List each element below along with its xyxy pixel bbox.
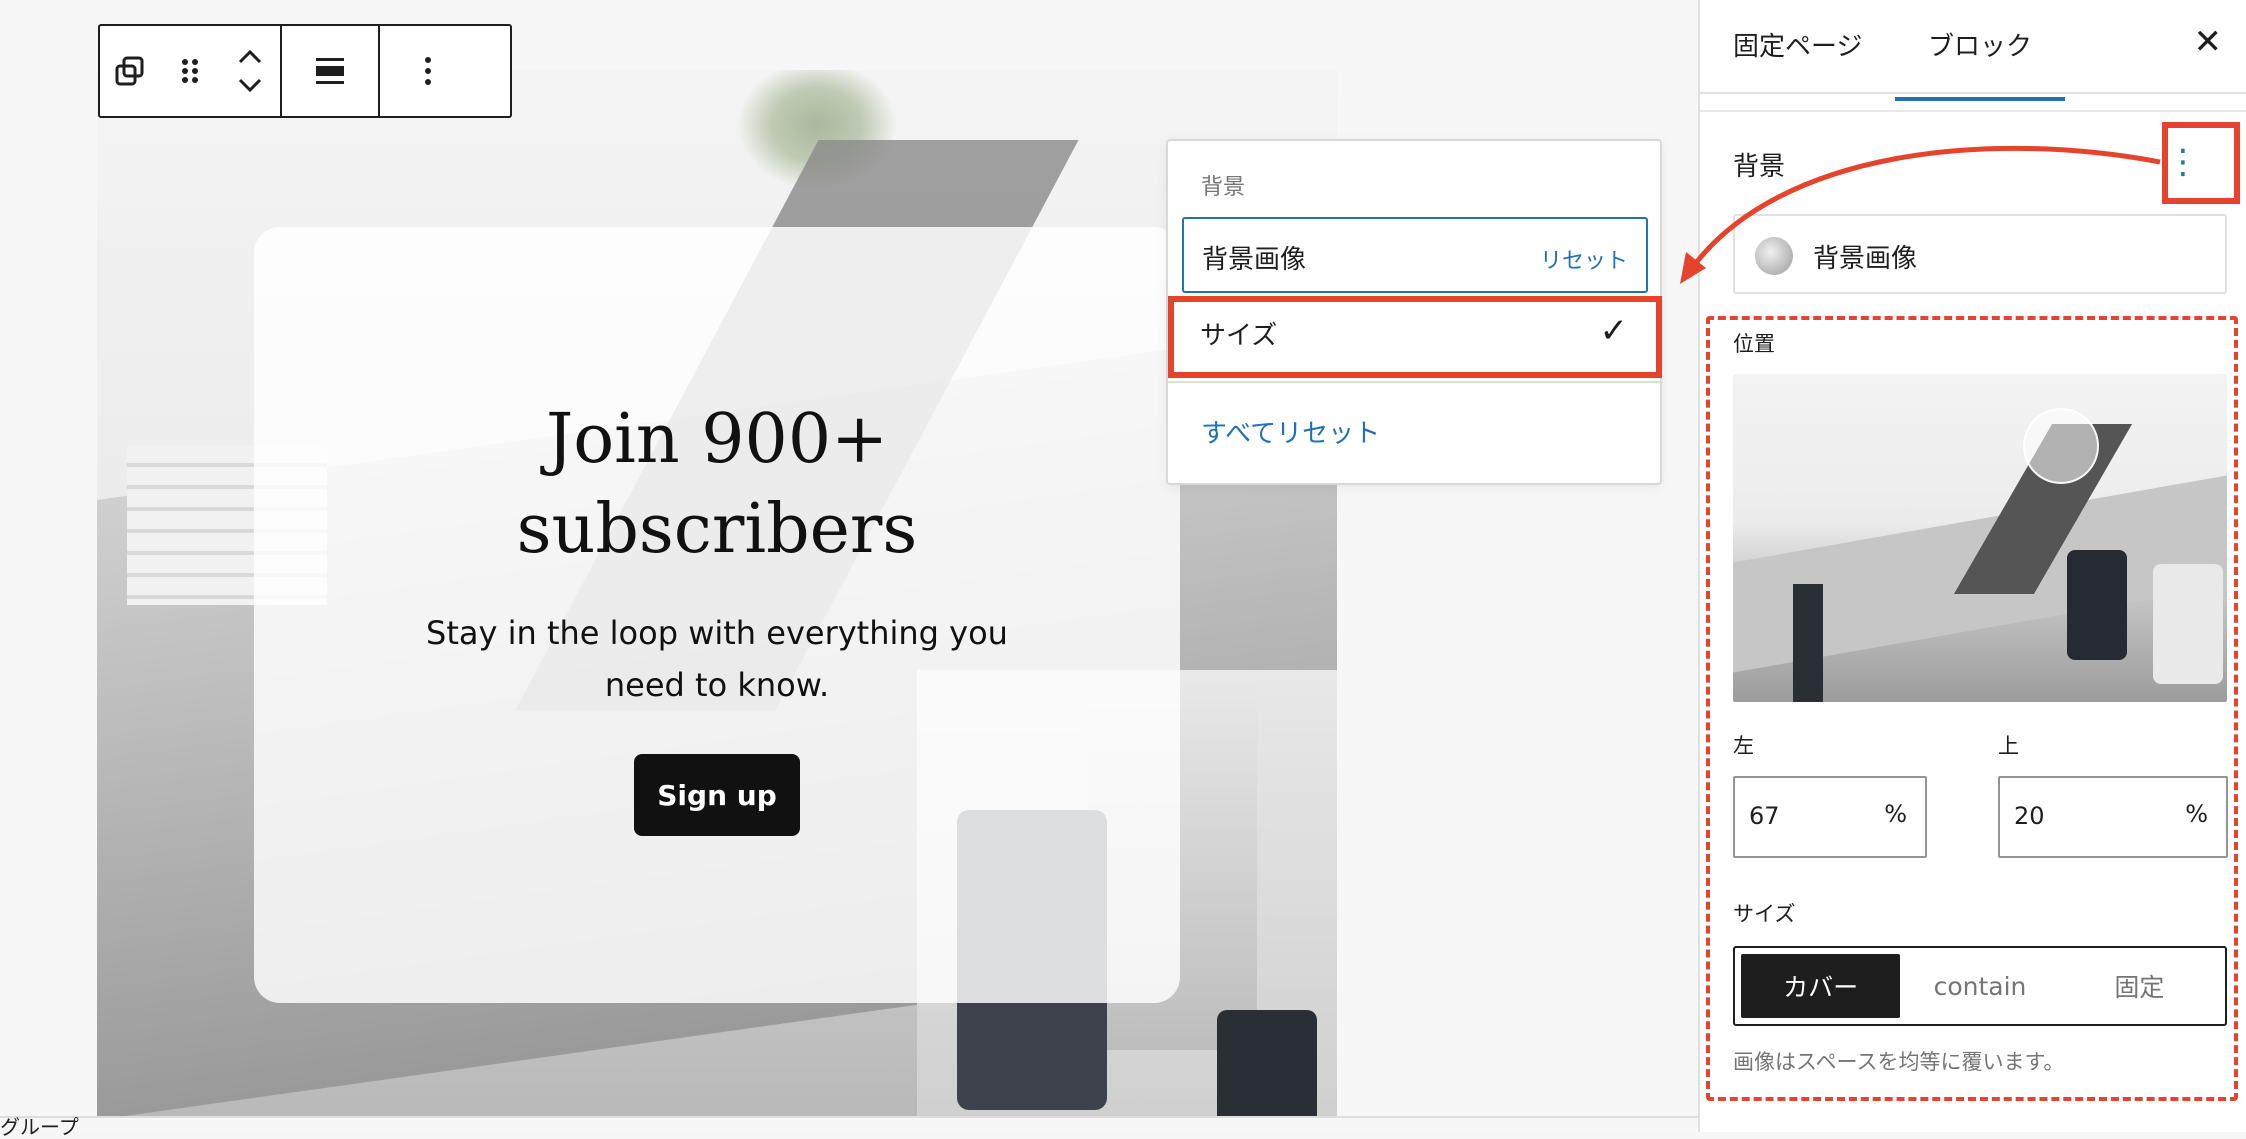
- reset-all-button[interactable]: すべてリセット: [1201, 413, 1380, 450]
- close-icon[interactable]: ✕: [2194, 22, 2223, 62]
- annotation-highlight-kebab: [2162, 122, 2240, 204]
- toolbar-group-block: [100, 26, 282, 116]
- duplicate-icon[interactable]: [100, 26, 160, 116]
- tab-block[interactable]: ブロック: [1894, 26, 2066, 101]
- sidebar-tabs: 固定ページ ブロック ✕: [1700, 0, 2246, 101]
- background-image-control[interactable]: 背景画像: [1733, 214, 2227, 294]
- image-thumbnail: [1755, 237, 1793, 275]
- toolbar-group-more: [380, 26, 476, 116]
- background-panel-title: 背景: [1733, 152, 1786, 182]
- menu-header: 背景: [1201, 175, 1246, 200]
- sign-up-button[interactable]: Sign up: [634, 754, 800, 836]
- annotation-dashed-region: [1706, 316, 2238, 1101]
- card-body-text[interactable]: Stay in the loop with everything you nee…: [404, 607, 1030, 711]
- menu-item-label: 背景画像: [1202, 245, 1307, 275]
- move-up-down-icon[interactable]: [220, 26, 280, 116]
- annotation-highlight-size: [1168, 296, 1662, 378]
- tab-page[interactable]: 固定ページ: [1733, 26, 1862, 63]
- card-heading[interactable]: Join 900+ subscribers: [254, 395, 1180, 575]
- menu-item-background-image[interactable]: 背景画像 リセット: [1182, 217, 1648, 293]
- reset-link[interactable]: リセット: [1540, 243, 1628, 275]
- divider: [1168, 381, 1660, 383]
- divider: [1700, 110, 2246, 112]
- subscribe-card[interactable]: Join 900+ subscribers Stay in the loop w…: [254, 227, 1180, 1003]
- block-toolbar: [98, 24, 512, 118]
- align-icon[interactable]: [282, 26, 378, 116]
- editor-canvas: Join 900+ subscribers Stay in the loop w…: [0, 0, 1698, 1137]
- drag-handle-icon[interactable]: [160, 26, 220, 116]
- toolbar-group-align: [282, 26, 380, 116]
- more-options-icon[interactable]: [380, 26, 476, 116]
- divider: [0, 1116, 1698, 1118]
- background-image-label: 背景画像: [1813, 244, 1918, 274]
